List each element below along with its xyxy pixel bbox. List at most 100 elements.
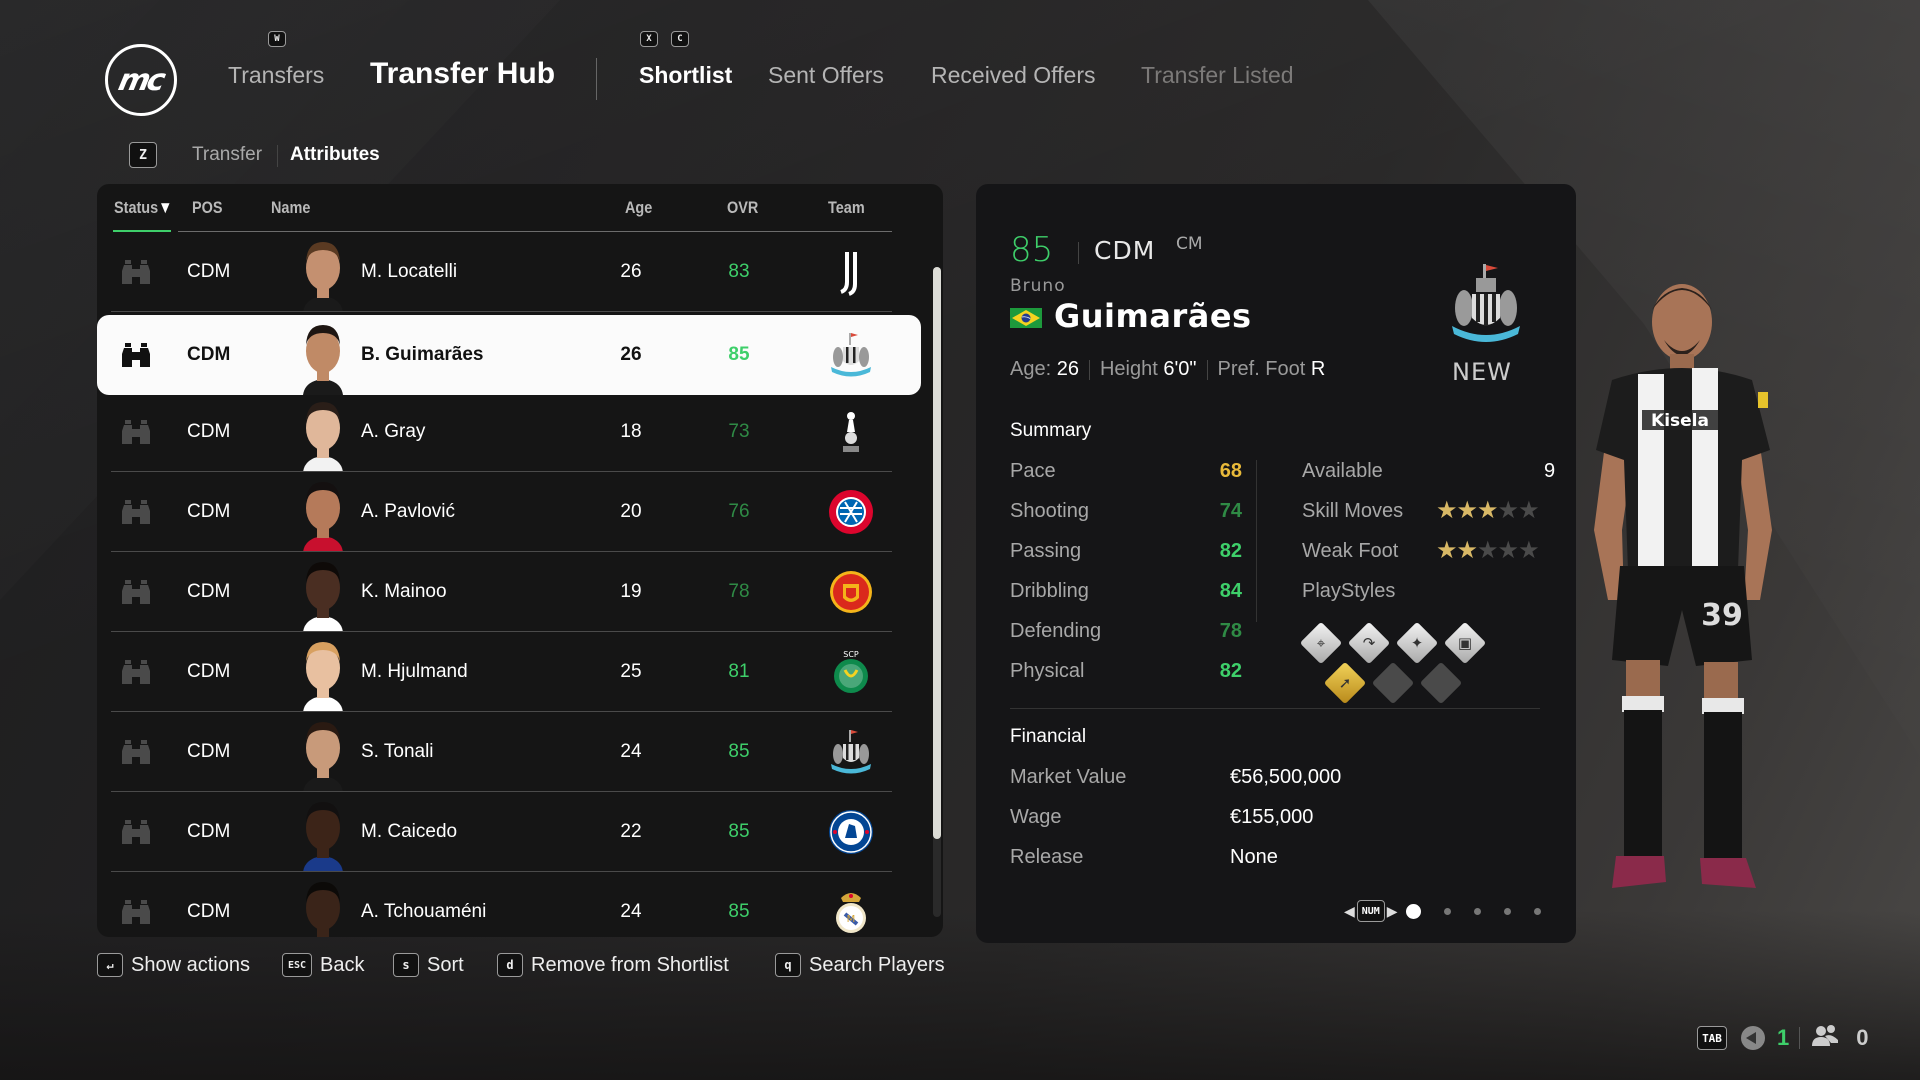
shortlist-status-icon[interactable] (121, 417, 161, 447)
hint-back[interactable]: ESC Back (282, 953, 364, 977)
star-filled-icon: ★ (1477, 497, 1498, 524)
player-row[interactable]: CDM A. Tchouaméni 24 85 M (111, 872, 892, 937)
empty-slot-icon[interactable] (1371, 661, 1415, 705)
detail-first-name: Bruno (1010, 276, 1066, 296)
hint-remove-from-shortlist[interactable]: d Remove from Shortlist (497, 953, 729, 977)
player-row[interactable]: CDM M. Locatelli 26 83 (111, 232, 892, 312)
newcastle-crest-icon (1446, 260, 1526, 350)
shortlist-status-icon[interactable] (121, 737, 161, 767)
column-ovr[interactable]: OVR (727, 198, 758, 218)
newcastle-crest-icon (827, 728, 875, 776)
divider (1799, 1027, 1801, 1049)
tab-shortlist[interactable]: Shortlist (639, 62, 732, 89)
hint-label: Remove from Shortlist (531, 953, 729, 976)
location-pin-icon[interactable]: ⌖ (1299, 621, 1343, 665)
shortlist-status-icon[interactable] (121, 577, 161, 607)
star-empty-icon: ★ (1477, 537, 1498, 564)
stat-label: Shooting (1010, 500, 1089, 522)
sparkle-icon[interactable]: ✦ (1395, 621, 1439, 665)
tab-transfer-listed[interactable]: Transfer Listed (1141, 62, 1294, 89)
hint-label: Back (320, 953, 365, 976)
page-dot[interactable] (1443, 907, 1451, 915)
hint-label: Sort (427, 953, 464, 976)
footsteps-icon-glyph: ➚ (1338, 675, 1352, 692)
detail-ovr: 85 (1010, 230, 1054, 270)
stat-value: 74 (1219, 500, 1242, 522)
footsteps-icon[interactable]: ➚ (1323, 661, 1367, 705)
financial-label: Release (1010, 846, 1084, 868)
shortlist-status-icon[interactable] (121, 817, 161, 847)
scrollbar-thumb[interactable] (933, 267, 941, 839)
shortlist-status-icon[interactable] (121, 257, 161, 287)
column-team[interactable]: Team (828, 198, 865, 218)
subtab-transfer[interactable]: Transfer (192, 144, 262, 166)
empty-slot-icon[interactable] (1419, 661, 1463, 705)
player-age: 26 (620, 344, 642, 365)
brazil-flag-icon (1010, 308, 1042, 328)
hint-sort[interactable]: s Sort (393, 953, 464, 977)
skill-moves-rating: ★★★★★ (1436, 496, 1540, 525)
page-dot[interactable] (1533, 907, 1541, 915)
player-row[interactable]: CDM M. Caicedo 22 85 (111, 792, 892, 872)
stat-value: 78 (1219, 620, 1242, 642)
hint-search-players[interactable]: q Search Players (775, 953, 945, 977)
player-age: 22 (620, 821, 642, 842)
player-row[interactable]: CDM K. Mainoo 19 78 (111, 552, 892, 632)
player-row[interactable]: CDM S. Tonali 24 85 (111, 712, 892, 792)
key-hint: ↵ (97, 953, 123, 977)
page-dot[interactable] (1473, 907, 1481, 915)
player-portrait (297, 792, 349, 872)
star-empty-icon: ★ (1497, 497, 1519, 524)
player-ovr: 85 (728, 901, 750, 922)
player-ovr: 81 (728, 661, 750, 682)
player-ovr: 83 (728, 261, 750, 282)
page-dot[interactable] (1503, 907, 1511, 915)
player-row[interactable]: CDM A. Gray 18 73 (111, 392, 892, 472)
tottenham-crest-icon (827, 408, 875, 456)
shortlist-status-icon[interactable] (121, 897, 161, 927)
chevron-right-icon[interactable]: ▶ (1387, 903, 1398, 920)
player-position: CDM (187, 661, 231, 682)
column-status[interactable]: Status▼ (114, 198, 172, 218)
column-name[interactable]: Name (271, 198, 310, 218)
player-name: M. Hjulmand (361, 661, 468, 682)
star-empty-icon: ★ (1518, 497, 1539, 524)
player-row[interactable]: CDM M. Hjulmand 25 81 SCP (111, 632, 892, 712)
chevron-left-icon[interactable]: ◀ (1344, 903, 1355, 920)
playstyles-label: PlayStyles (1302, 580, 1396, 602)
key-hint: ESC (282, 953, 312, 977)
financial-value: €56,500,000 (1230, 766, 1342, 788)
column-age[interactable]: Age (625, 198, 652, 218)
detail-alt-position: CM (1176, 234, 1203, 254)
player-age: 20 (620, 501, 642, 522)
star-filled-icon: ★ (1436, 497, 1457, 524)
manutd-crest-icon (827, 568, 875, 616)
subtab-attributes[interactable]: Attributes (290, 144, 380, 166)
page-dot[interactable] (1405, 903, 1421, 919)
player-ovr: 76 (728, 501, 750, 522)
nav-transfers[interactable]: Transfers (228, 62, 324, 89)
player-row[interactable]: CDM B. Guimarães 26 85 (97, 315, 921, 395)
realmadrid-crest-icon: M (827, 888, 875, 936)
tab-received-offers[interactable]: Received Offers (931, 62, 1095, 89)
divider (1078, 242, 1079, 264)
header-divider (596, 58, 597, 100)
stat-label: Passing (1010, 540, 1082, 562)
player-portrait (297, 232, 349, 312)
svg-text:Kisela: Kisela (1651, 411, 1709, 431)
section-divider (1010, 708, 1540, 709)
column-pos[interactable]: POS (192, 198, 223, 218)
shortlist-status-icon[interactable] (121, 657, 161, 687)
curve-arrow-icon[interactable]: ↷ (1347, 621, 1391, 665)
hint-show-actions[interactable]: ↵ Show actions (97, 953, 250, 977)
svg-text:M: M (847, 914, 856, 925)
stat-label: Physical (1010, 660, 1085, 682)
safe-icon[interactable]: ▣ (1443, 621, 1487, 665)
player-render: Kisela 39 (1572, 270, 1872, 990)
tab-sent-offers[interactable]: Sent Offers (768, 62, 884, 89)
shortlist-status-icon[interactable] (121, 340, 161, 370)
shortlist-status-icon[interactable] (121, 497, 161, 527)
stat-label: Pace (1010, 460, 1056, 482)
player-row[interactable]: CDM A. Pavlović 20 76 (111, 472, 892, 552)
player-age: 19 (620, 581, 642, 602)
